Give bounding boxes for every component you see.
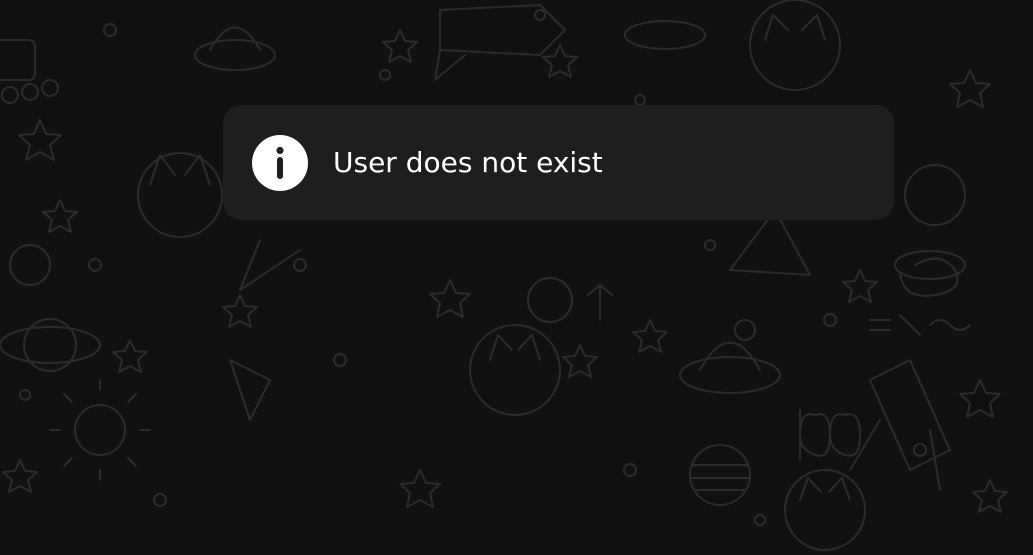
star-doodles bbox=[2, 29, 1008, 513]
constellation-doodle bbox=[239, 209, 811, 291]
hundred-doodle bbox=[799, 409, 861, 461]
toast-message: User does not exist bbox=[333, 145, 603, 179]
info-icon bbox=[252, 134, 308, 191]
arrow-doodle bbox=[587, 284, 613, 321]
dot-doodles bbox=[19, 9, 927, 526]
rover-doodle bbox=[0, 39, 59, 104]
toast-notification: User does not exist bbox=[223, 105, 894, 220]
rocket-doodles bbox=[229, 4, 951, 491]
space-doodle-pattern bbox=[0, 0, 1008, 551]
sun-doodle bbox=[49, 379, 151, 481]
equation-doodle bbox=[869, 314, 971, 336]
chat-background: User does not exist bbox=[0, 0, 1033, 555]
